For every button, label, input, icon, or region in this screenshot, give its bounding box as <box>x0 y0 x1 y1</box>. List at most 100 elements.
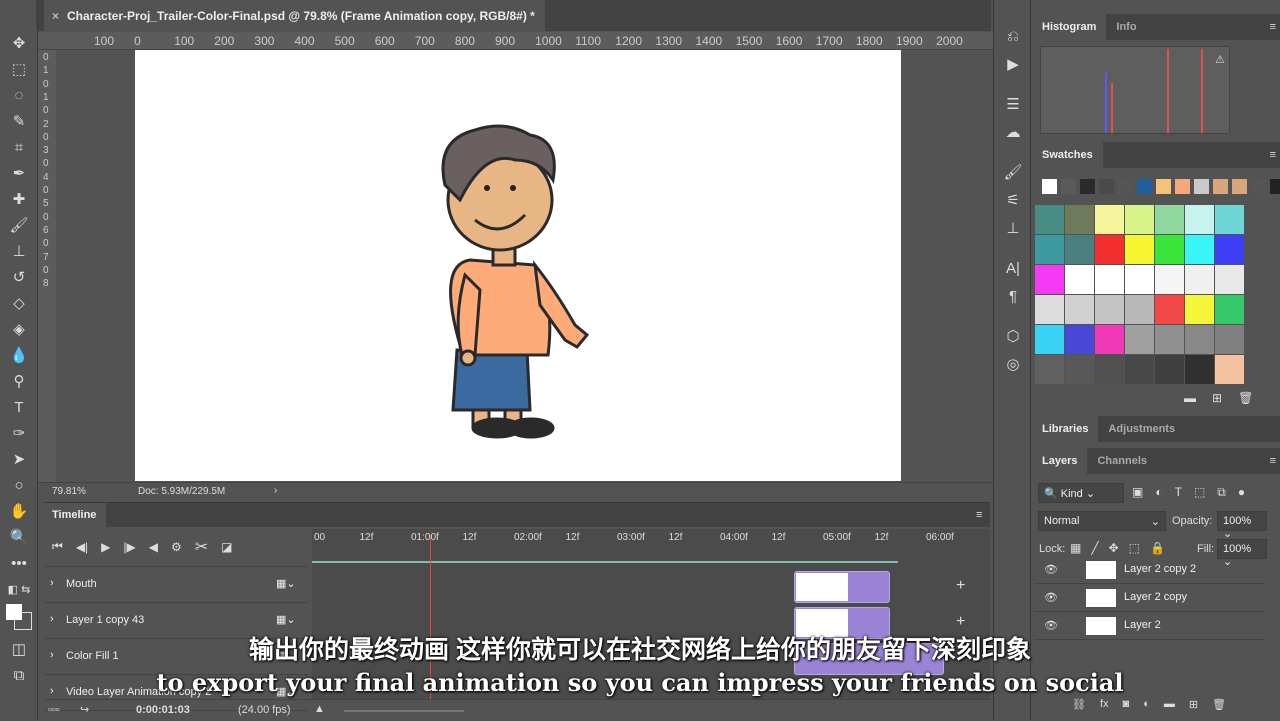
swatch[interactable] <box>1185 295 1214 324</box>
tab-layers[interactable]: Layers <box>1032 448 1088 474</box>
expand-chevron-icon[interactable]: › <box>50 613 54 625</box>
swatch[interactable] <box>1125 295 1154 324</box>
expand-chevron-icon[interactable]: › <box>50 577 54 589</box>
swatch[interactable] <box>1215 265 1244 294</box>
group-icon[interactable]: ▬ <box>1164 698 1175 711</box>
swatch[interactable] <box>1042 179 1057 194</box>
swatch[interactable] <box>1035 295 1064 324</box>
paint-bucket-icon[interactable]: ◈ <box>0 316 38 342</box>
swatch[interactable] <box>1194 179 1209 194</box>
delete-swatch-icon[interactable]: 🗑 <box>1238 391 1253 405</box>
split-scissors-icon[interactable]: ✂ <box>195 537 208 557</box>
brush-settings-icon[interactable]: ⚟ <box>994 186 1032 214</box>
swatch[interactable] <box>1065 325 1094 354</box>
status-menu-arrow[interactable]: › <box>274 485 277 496</box>
styles-icon[interactable]: ☁ <box>994 118 1032 146</box>
film-strip-icon[interactable]: ▦⌄ <box>276 577 296 590</box>
tab-channels[interactable]: Channels <box>1087 448 1157 474</box>
filter-smart-object-icon[interactable]: ⧉ <box>1217 485 1226 500</box>
next-frame-icon[interactable]: |▶ <box>123 540 135 554</box>
swatch[interactable] <box>1185 355 1214 384</box>
panel-menu-icon[interactable]: ≡ <box>1270 455 1276 467</box>
swatch[interactable] <box>1080 179 1095 194</box>
new-layer-icon[interactable]: ⊞ <box>1189 698 1198 711</box>
lock-all-icon[interactable]: 🔒 <box>1150 541 1165 555</box>
fx-icon[interactable]: fx <box>1100 698 1109 711</box>
swatch[interactable] <box>1185 205 1214 234</box>
zoom-out-icon[interactable]: ▲ <box>314 703 325 715</box>
swatch[interactable] <box>1065 355 1094 384</box>
link-layers-icon[interactable]: ⛓ <box>1072 698 1086 711</box>
lock-position-icon[interactable]: ✥ <box>1109 541 1119 555</box>
swatch[interactable] <box>1215 355 1244 384</box>
tab-libraries[interactable]: Libraries <box>1032 416 1099 442</box>
swatch[interactable] <box>1125 235 1154 264</box>
lock-image-icon[interactable]: ╱ <box>1091 541 1098 555</box>
swatch[interactable] <box>1215 235 1244 264</box>
brushes-icon[interactable]: 🖌 <box>994 158 1032 186</box>
paragraph-icon[interactable]: ¶ <box>994 282 1032 310</box>
transition-icon[interactable]: ◪ <box>221 540 232 554</box>
filter-pixel-icon[interactable]: ▣ <box>1132 485 1143 500</box>
render-frames-icon[interactable]: ▫▫▫ <box>48 704 60 716</box>
tab-swatches[interactable]: Swatches <box>1032 142 1103 168</box>
visibility-eye-icon[interactable]: 👁 <box>1044 591 1058 604</box>
actions-play-icon[interactable]: ▶ <box>994 50 1032 78</box>
blend-mode-select[interactable]: Normal ⌄ <box>1038 511 1166 531</box>
filter-shape-icon[interactable]: ⬚ <box>1194 485 1205 500</box>
add-media-icon[interactable]: + <box>956 613 965 631</box>
opacity-field[interactable]: 100% ⌄ <box>1217 511 1267 540</box>
swatch[interactable] <box>1065 295 1094 324</box>
dodge-tool-icon[interactable]: ⚲ <box>0 368 38 394</box>
audio-icon[interactable]: ◀ <box>149 540 158 554</box>
quick-select-tool-icon[interactable]: ✎ <box>0 108 38 134</box>
lock-artboard-icon[interactable]: ⬚ <box>1129 541 1140 555</box>
swatch[interactable] <box>1035 265 1064 294</box>
eraser-tool-icon[interactable]: ◇ <box>0 290 38 316</box>
healing-brush-icon[interactable]: ✚ <box>0 186 38 212</box>
type-tool-icon[interactable]: T <box>0 394 38 420</box>
swatch[interactable] <box>1099 179 1114 194</box>
swatch[interactable] <box>1251 179 1266 194</box>
tab-histogram[interactable]: Histogram <box>1032 14 1107 40</box>
swatch[interactable] <box>1185 265 1214 294</box>
swatch[interactable] <box>1095 235 1124 264</box>
move-tool-icon[interactable]: ✥ <box>0 30 38 56</box>
more-tools-icon[interactable]: ••• <box>0 550 38 576</box>
swatch[interactable] <box>1125 205 1154 234</box>
swatch[interactable] <box>1155 265 1184 294</box>
swatch[interactable] <box>1155 325 1184 354</box>
crop-tool-icon[interactable]: ⌗ <box>0 134 38 160</box>
film-strip-icon[interactable]: ▦⌄ <box>276 613 296 626</box>
swatch[interactable] <box>1035 205 1064 234</box>
swatch[interactable] <box>1095 265 1124 294</box>
panel-menu-icon[interactable]: ≡ <box>976 509 982 521</box>
filter-toggle-icon[interactable]: ● <box>1238 485 1245 500</box>
swatch[interactable] <box>1061 179 1076 194</box>
swatch[interactable] <box>1155 295 1184 324</box>
lock-transparent-icon[interactable]: ▦ <box>1070 541 1081 555</box>
panel-menu-icon[interactable]: ≡ <box>1270 21 1276 33</box>
swatch[interactable] <box>1156 179 1171 194</box>
swatch[interactable] <box>1095 205 1124 234</box>
learn-icon[interactable]: ◎ <box>994 350 1032 378</box>
hand-tool-icon[interactable]: ✋ <box>0 498 38 524</box>
panel-menu-icon[interactable]: ≡ <box>1270 149 1276 161</box>
history-brush-icon[interactable]: ↺ <box>0 264 38 290</box>
swatch[interactable] <box>1215 295 1244 324</box>
swatch[interactable] <box>1095 295 1124 324</box>
3d-icon[interactable]: ⬡ <box>994 322 1032 350</box>
adjustment-layer-icon[interactable]: ◐ <box>1143 698 1150 711</box>
stamp-tool-icon[interactable]: ⊥ <box>0 238 38 264</box>
tab-info[interactable]: Info <box>1106 14 1146 40</box>
document-canvas[interactable] <box>135 50 901 481</box>
swatch[interactable] <box>1185 235 1214 264</box>
filter-type-icon[interactable]: T <box>1175 485 1182 500</box>
swatch[interactable] <box>1095 325 1124 354</box>
history-icon[interactable]: ⎌ <box>994 22 1032 50</box>
tab-timeline[interactable]: Timeline <box>44 503 106 527</box>
swatch[interactable] <box>1125 325 1154 354</box>
lasso-tool-icon[interactable]: ◌ <box>0 82 38 108</box>
swatch[interactable] <box>1035 355 1064 384</box>
swatch[interactable] <box>1215 325 1244 354</box>
